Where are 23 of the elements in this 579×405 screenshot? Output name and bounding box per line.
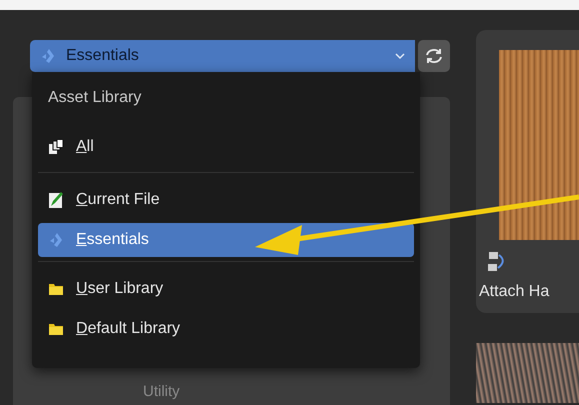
menu-item[interactable]: User Library — [38, 272, 414, 306]
library-dropdown[interactable]: Essentials — [30, 40, 415, 72]
menu-item-label: Current File — [76, 190, 160, 210]
refresh-button[interactable] — [418, 40, 450, 72]
menu-item-label: User Library — [76, 279, 164, 299]
refresh-icon — [424, 47, 444, 65]
pencil-file-icon — [48, 191, 64, 209]
folder-icon — [48, 282, 64, 296]
chevron-down-icon — [395, 52, 405, 60]
menu-item[interactable]: Essentials — [38, 223, 414, 257]
folder-icon — [48, 322, 64, 336]
blender-logo-icon — [40, 48, 56, 64]
menu-item-label: Default Library — [76, 319, 180, 339]
menu-item-label: Essentials — [76, 230, 149, 250]
menu-item[interactable]: All — [38, 130, 414, 164]
documents-icon — [48, 139, 64, 155]
menu-title: Asset Library — [47, 88, 142, 108]
asset-card[interactable]: Attach Ha — [476, 30, 579, 313]
menu-item[interactable]: Default Library — [38, 312, 414, 346]
menu-item[interactable]: Current File — [38, 183, 414, 217]
menu-item-label: All — [76, 137, 94, 157]
blender-logo-icon — [48, 232, 64, 248]
asset-name: Attach Ha — [479, 282, 550, 302]
